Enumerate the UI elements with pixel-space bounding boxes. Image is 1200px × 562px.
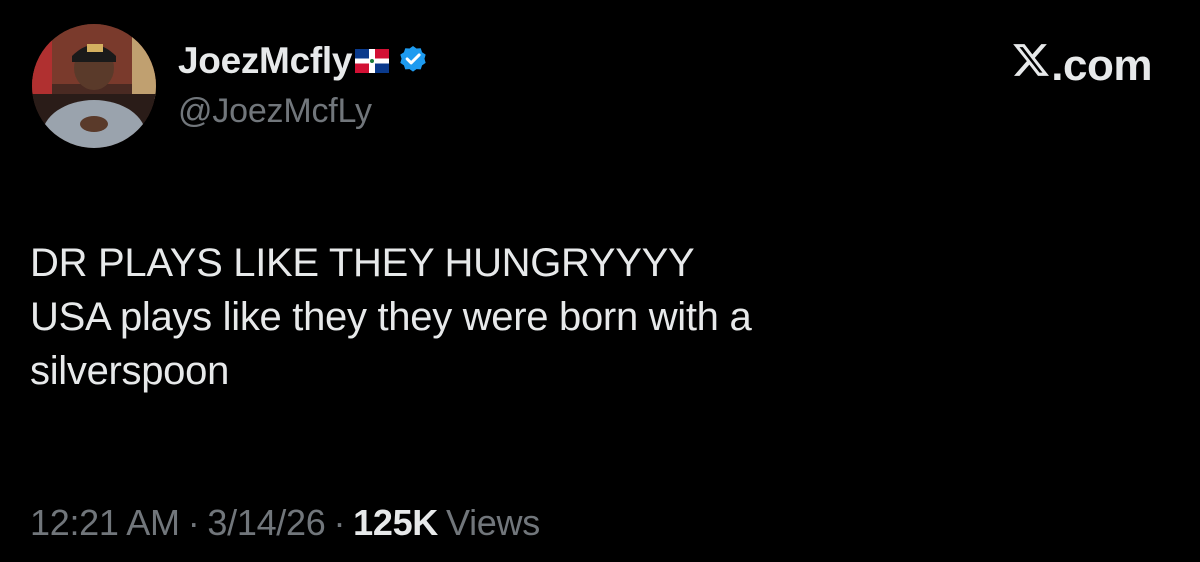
views-label: Views [446, 502, 540, 543]
x-logo-icon [1011, 40, 1051, 91]
brand-domain: .com [1051, 40, 1152, 90]
name-row: JoezMcfly [178, 38, 429, 84]
views-count[interactable]: 125K [353, 502, 438, 544]
verified-badge-icon [397, 44, 429, 81]
tweet-card: JoezMcfly @JoezMcfLy .com DR PLAYS LIKE … [0, 0, 1200, 562]
avatar-image [32, 24, 156, 148]
brand-mark: .com [1011, 40, 1152, 91]
meta-separator: · [187, 502, 200, 543]
handle[interactable]: @JoezMcfLy [178, 92, 429, 131]
tweet-line: DR PLAYS LIKE THEY HUNGRYYYY [30, 241, 695, 285]
author-block: JoezMcfly @JoezMcfLy [178, 38, 429, 131]
dominican-republic-flag-icon [355, 48, 390, 78]
tweet-line: USA plays like they they were born with … [30, 295, 752, 339]
tweet-line: silverspoon [30, 349, 230, 393]
timestamp-time[interactable]: 12:21 AM [30, 502, 180, 544]
avatar[interactable] [32, 24, 156, 148]
timestamp-date[interactable]: 3/14/26 [207, 502, 325, 544]
display-name[interactable]: JoezMcfly [178, 40, 352, 82]
tweet-text: DR PLAYS LIKE THEY HUNGRYYYY USA plays l… [30, 236, 1160, 398]
tweet-meta: 12:21 AM · 3/14/26 · 125K Views [30, 502, 540, 544]
meta-separator: · [333, 502, 346, 543]
